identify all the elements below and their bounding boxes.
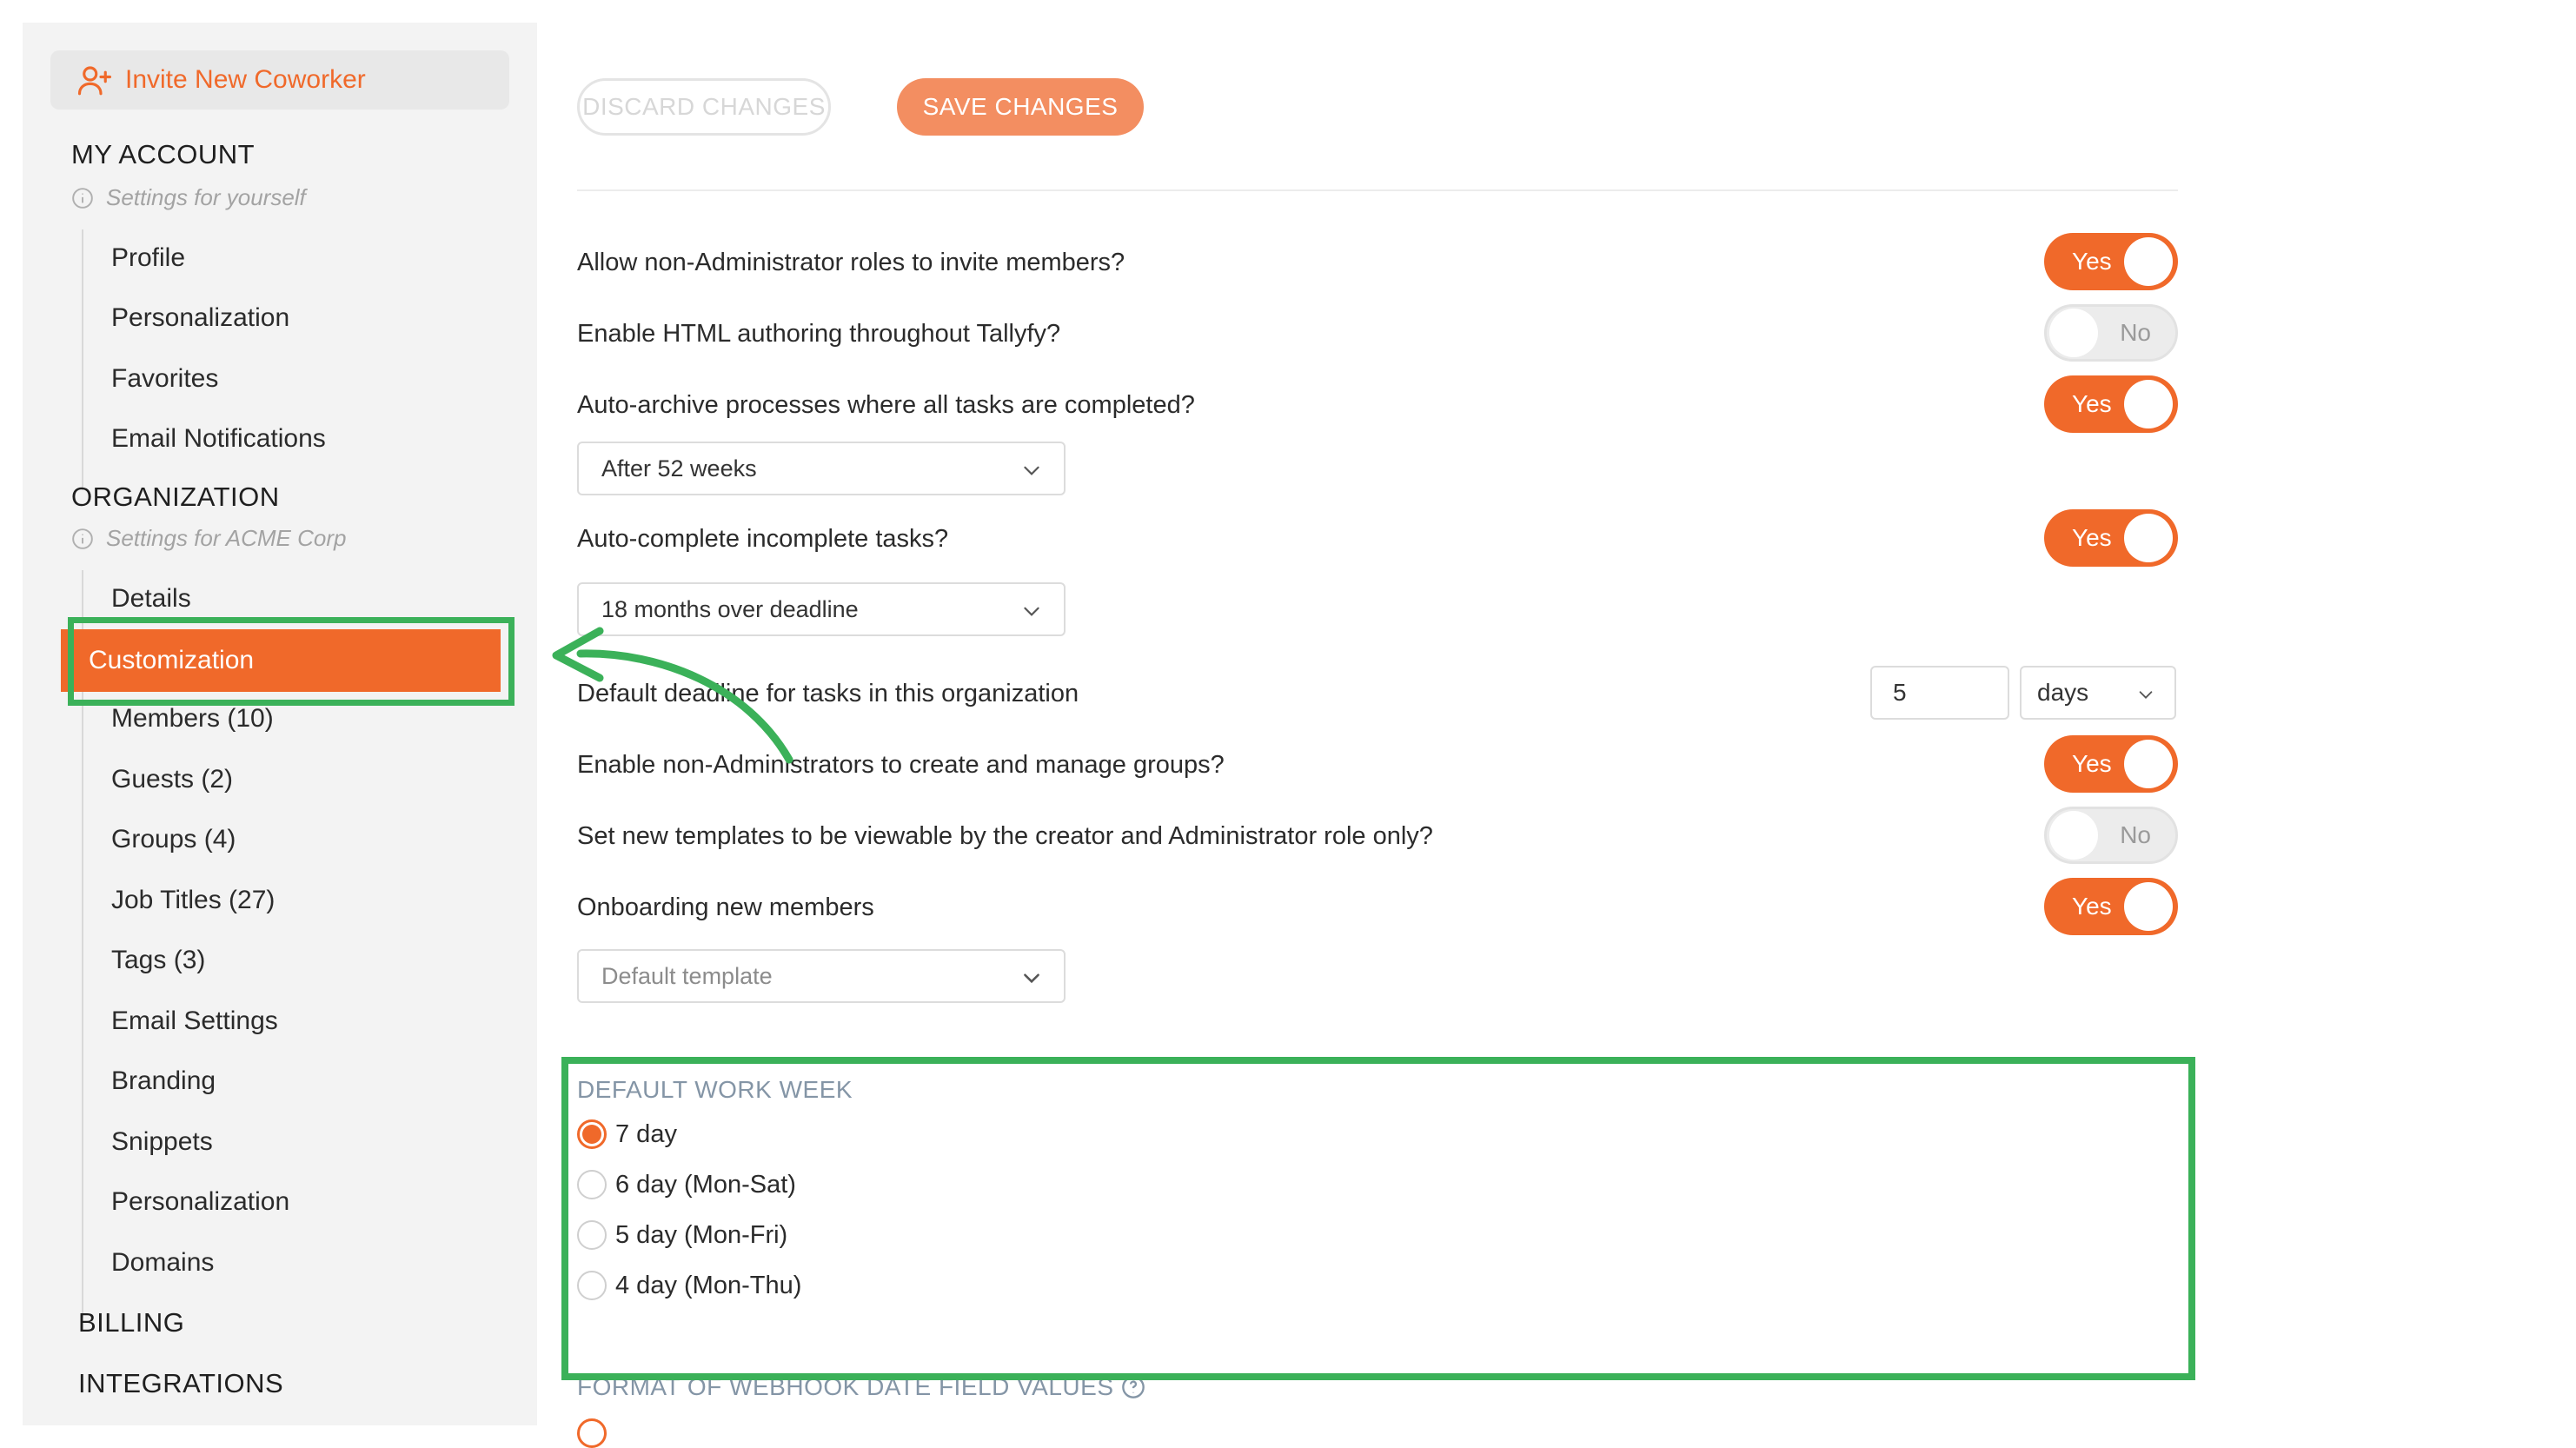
sidebar: Invite New Coworker MY ACCOUNT Settings …	[23, 23, 537, 1425]
toggle-label: Yes	[2072, 390, 2112, 417]
info-icon	[72, 528, 93, 549]
chevron-down-icon	[1024, 466, 1039, 475]
toggle-knob	[2124, 514, 2173, 562]
auto-complete-select[interactable]: 18 months over deadline	[577, 582, 1066, 636]
auto-complete-question: Auto-complete incomplete tasks?	[577, 525, 949, 553]
sidebar-item-email-settings[interactable]: Email Settings	[111, 1006, 278, 1036]
toggle-knob	[2049, 811, 2098, 860]
my-account-heading: MY ACCOUNT	[71, 139, 256, 169]
customization-highlight-box	[68, 617, 515, 706]
enable-html-toggle[interactable]: No	[2044, 304, 2178, 362]
auto-archive-toggle[interactable]: Yes	[2044, 375, 2178, 433]
sidebar-item-members[interactable]: Members (10)	[111, 704, 274, 734]
enable-html-question: Enable HTML authoring throughout Tallyfy…	[577, 320, 1061, 348]
manage-groups-toggle[interactable]: Yes	[2044, 735, 2178, 793]
onboarding-toggle[interactable]: Yes	[2044, 878, 2178, 935]
organization-heading: ORGANIZATION	[71, 482, 280, 512]
sidebar-item-email-notifications[interactable]: Email Notifications	[111, 424, 326, 454]
default-deadline-amount-input[interactable]: 5	[1870, 666, 2009, 720]
templates-viewable-question: Set new templates to be viewable by the …	[577, 822, 1433, 850]
toggle-knob	[2124, 740, 2173, 788]
my-account-tree-line	[82, 229, 83, 490]
sidebar-item-groups[interactable]: Groups (4)	[111, 825, 236, 854]
my-account-subtitle-text: Settings for yourself	[106, 184, 306, 210]
auto-archive-select[interactable]: After 52 weeks	[577, 442, 1066, 495]
add-user-icon	[77, 66, 112, 96]
my-account-subtitle: Settings for yourself	[71, 184, 306, 211]
default-deadline-unit-select[interactable]: days	[2020, 666, 2176, 720]
sidebar-item-details[interactable]: Details	[111, 584, 191, 614]
onboarding-question: Onboarding new members	[577, 893, 874, 921]
discard-changes-button[interactable]: DISCARD CHANGES	[577, 78, 831, 136]
onboarding-template-select[interactable]: Default template	[577, 949, 1066, 1003]
webhook-radio-button[interactable]	[577, 1418, 607, 1448]
chevron-down-icon	[2139, 691, 2153, 699]
divider	[577, 189, 2178, 191]
chevron-down-icon	[1024, 973, 1039, 984]
toggle-knob	[2124, 882, 2173, 931]
info-icon	[72, 187, 93, 209]
sidebar-item-snippets[interactable]: Snippets	[111, 1127, 213, 1157]
auto-complete-toggle[interactable]: Yes	[2044, 509, 2178, 567]
organization-subtitle-text: Settings for ACME Corp	[106, 525, 347, 551]
sidebar-item-personalization[interactable]: Personalization	[111, 303, 289, 333]
invite-coworker-label: Invite New Coworker	[125, 65, 366, 94]
sidebar-item-domains[interactable]: Domains	[111, 1248, 214, 1278]
sidebar-item-profile[interactable]: Profile	[111, 243, 185, 273]
onboarding-template-placeholder: Default template	[601, 962, 773, 989]
organization-subtitle: Settings for ACME Corp	[71, 525, 346, 552]
default-deadline-question: Default deadline for tasks in this organ…	[577, 680, 1079, 707]
toggle-label: Yes	[2072, 750, 2112, 777]
sidebar-item-job-titles[interactable]: Job Titles (27)	[111, 886, 275, 915]
auto-archive-question: Auto-archive processes where all tasks a…	[577, 391, 1195, 419]
allow-invite-toggle[interactable]: Yes	[2044, 233, 2178, 290]
toggle-knob	[2124, 380, 2173, 428]
toggle-label: Yes	[2072, 248, 2112, 275]
sidebar-item-integrations[interactable]: INTEGRATIONS	[78, 1368, 283, 1399]
templates-viewable-toggle[interactable]: No	[2044, 807, 2178, 864]
default-deadline-unit-value: days	[2037, 679, 2089, 706]
work-week-highlight-box	[561, 1057, 2195, 1380]
allow-invite-question: Allow non-Administrator roles to invite …	[577, 249, 1125, 276]
chevron-down-icon	[1024, 607, 1039, 616]
toggle-knob	[2124, 237, 2173, 286]
toggle-label: Yes	[2072, 524, 2112, 551]
sidebar-item-personalization-org[interactable]: Personalization	[111, 1187, 289, 1217]
sidebar-item-tags[interactable]: Tags (3)	[111, 946, 205, 975]
auto-complete-select-value: 18 months over deadline	[601, 595, 859, 622]
toggle-label: No	[2120, 821, 2151, 848]
sidebar-item-favorites[interactable]: Favorites	[111, 364, 218, 394]
toggle-label: Yes	[2072, 893, 2112, 920]
auto-archive-select-value: After 52 weeks	[601, 455, 757, 482]
toggle-knob	[2049, 309, 2098, 357]
sidebar-item-branding[interactable]: Branding	[111, 1066, 216, 1096]
manage-groups-question: Enable non-Administrators to create and …	[577, 751, 1225, 779]
save-changes-button[interactable]: SAVE CHANGES	[897, 78, 1144, 136]
sidebar-item-billing[interactable]: BILLING	[78, 1307, 184, 1338]
sidebar-item-guests[interactable]: Guests (2)	[111, 765, 233, 794]
invite-coworker-button[interactable]: Invite New Coworker	[50, 50, 509, 110]
toggle-label: No	[2120, 319, 2151, 346]
